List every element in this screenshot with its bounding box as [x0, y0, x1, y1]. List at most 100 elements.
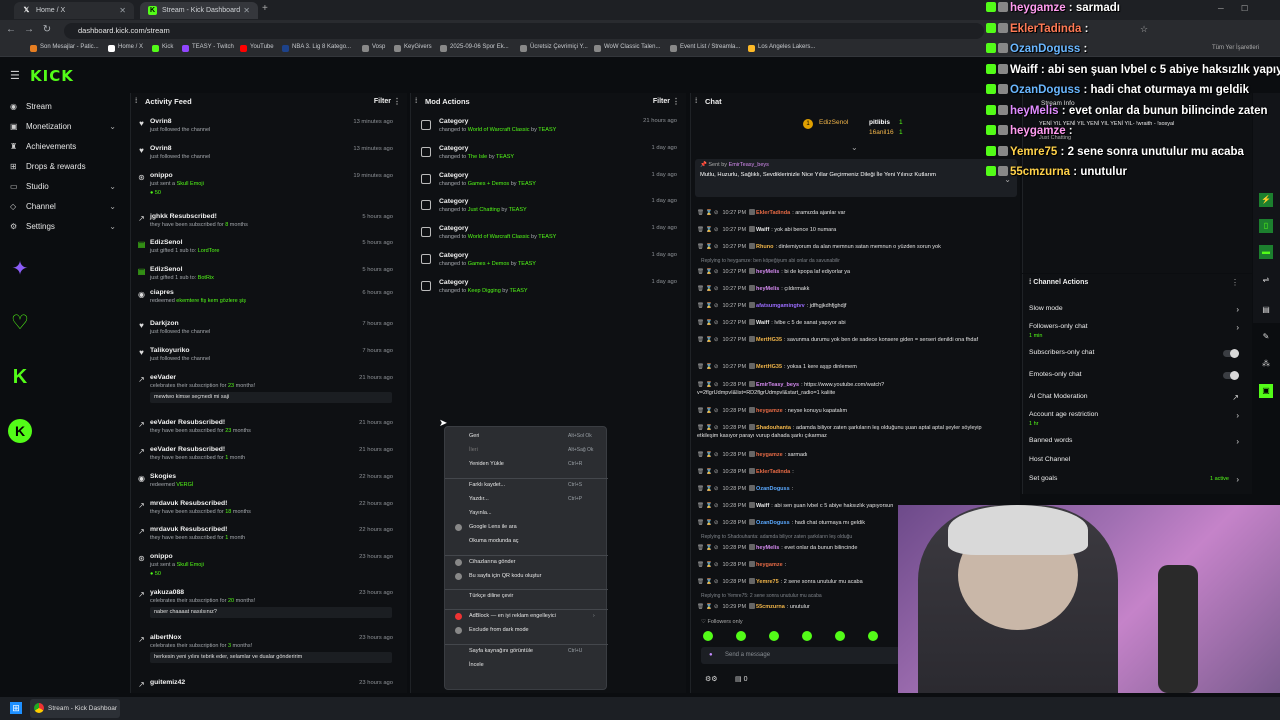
context-menu-item[interactable]: Okuma modunda aç — [469, 538, 519, 544]
bookmark-item[interactable]: Vosp — [362, 44, 385, 52]
wrench-icon[interactable]: ✎ — [1259, 330, 1273, 344]
people-icon[interactable]: ⁂ — [1259, 357, 1273, 371]
context-menu-item[interactable]: Farklı kaydet... Ctrl+S — [469, 482, 582, 488]
context-menu-item[interactable]: Geri Alt+Sol Ok — [469, 433, 592, 439]
chat-username[interactable]: Waiff — [756, 227, 769, 233]
menu-icon[interactable]: ☰ — [10, 69, 20, 82]
chat-username[interactable]: EklerTadinda — [756, 210, 790, 216]
minimize-icon[interactable]: ─ — [1218, 4, 1224, 13]
tab-kick-dashboard[interactable]: K Stream - Kick Dashboard ✕ — [140, 2, 258, 19]
feed-item-name[interactable]: Ovrin8 — [150, 118, 172, 125]
channel-action-item[interactable]: Account age restriction 1 hr › — [1029, 411, 1239, 429]
bookmark-item[interactable]: TEASY - Twitch — [182, 44, 234, 52]
context-menu-item[interactable]: Türkçe diline çevir — [469, 593, 513, 599]
bookmark-item[interactable]: WoW Classic Talen... — [594, 44, 660, 52]
feed-item-name[interactable]: Ovrin8 — [150, 145, 172, 152]
taskbar-window[interactable]: Stream - Kick Dashboar — [30, 699, 120, 718]
feed-item-name[interactable]: guitemiz42 — [150, 679, 185, 686]
emote-icon[interactable] — [703, 631, 713, 641]
chat-username[interactable]: Waiff — [756, 320, 769, 326]
kick-logo[interactable]: KICK — [30, 67, 74, 85]
delete-icon[interactable]: 🗑 ⌛ ⊘ — [697, 604, 719, 610]
feed-item-name[interactable]: EdizSenol — [150, 239, 182, 246]
chat-username[interactable]: heygamze — [756, 408, 783, 414]
back-icon[interactable]: ← — [4, 24, 18, 35]
delete-icon[interactable]: 🗑 ⌛ ⊘ — [697, 486, 719, 492]
feed-item-name[interactable]: ciapres — [150, 289, 174, 296]
feed-item-name[interactable]: jghkk Resubscribed! — [150, 213, 217, 220]
delete-icon[interactable]: 🗑 ⌛ ⊘ — [697, 520, 719, 526]
channel-action-item[interactable]: Subscribers-only chat — [1029, 349, 1239, 367]
drag-handle-icon[interactable]: ⁞ — [135, 93, 137, 111]
new-tab-button[interactable]: + — [262, 3, 268, 14]
more-icon[interactable]: ⋮ — [1231, 278, 1239, 287]
chat-username[interactable]: Shadouhanta — [756, 425, 791, 431]
delete-icon[interactable]: 🗑 ⌛ ⊘ — [697, 562, 719, 568]
chat-username[interactable]: heyMelis — [756, 286, 779, 292]
chat-username[interactable]: Rhuno — [756, 244, 773, 250]
emote-icon[interactable] — [868, 631, 878, 641]
delete-icon[interactable]: 🗑 ⌛ ⊘ — [697, 545, 719, 551]
delete-icon[interactable]: 🗑 ⌛ ⊘ — [697, 269, 719, 275]
chat-username[interactable]: afatsumgamingtvv — [756, 303, 805, 309]
feed-item-name[interactable]: EdizSenol — [150, 266, 182, 273]
all-bookmarks[interactable]: Tüm Yer İşaretleri — [1212, 45, 1259, 51]
context-menu-item[interactable]: Yeniden Yükle Ctrl+R — [469, 461, 582, 467]
filter-button[interactable]: Filter — [653, 93, 670, 111]
chat-username[interactable]: OzanDoguss — [756, 486, 790, 492]
context-menu-item[interactable]: Google Lens ile ara — [455, 524, 517, 532]
feed-item-name[interactable]: onippo — [150, 553, 173, 560]
channel-action-item[interactable]: Followers-only chat 1 min › — [1029, 323, 1239, 341]
context-menu-item[interactable]: Yazdır... Ctrl+P — [469, 496, 582, 502]
delete-icon[interactable]: 🗑 ⌛ ⊘ — [697, 210, 719, 216]
chat-username[interactable]: Yemre75 — [756, 579, 779, 585]
forward-icon[interactable]: → — [22, 24, 36, 35]
delete-icon[interactable]: 🗑 ⌛ ⊘ — [697, 286, 719, 292]
delete-icon[interactable]: 🗑 ⌛ ⊘ — [697, 303, 719, 309]
delete-icon[interactable]: 🗑 ⌛ ⊘ — [697, 337, 719, 343]
channel-action-item[interactable]: Banned words › — [1029, 437, 1239, 455]
delete-icon[interactable]: 🗑 ⌛ ⊘ — [697, 227, 719, 233]
maximize-icon[interactable]: ☐ — [1241, 4, 1248, 13]
sidebar-item-stream[interactable]: ◉ Stream — [10, 100, 122, 114]
feed-item-name[interactable]: onippo — [150, 172, 173, 179]
chat-username[interactable]: EmirTeasy_beys — [756, 382, 799, 388]
context-menu-item[interactable]: Bu sayfa için QR kodu oluştur — [455, 572, 541, 580]
url-field[interactable]: dashboard.kick.com/stream — [64, 23, 984, 39]
delete-icon[interactable]: 🗑 ⌛ ⊘ — [697, 244, 719, 250]
link-icon[interactable]: ⇌ — [1259, 273, 1273, 287]
delete-icon[interactable]: 🗑 ⌛ ⊘ — [697, 408, 719, 414]
close-icon[interactable]: ✕ — [119, 2, 126, 19]
feed-item-name[interactable]: eeVader — [150, 374, 176, 381]
chat-username[interactable]: MertHG35 — [756, 337, 782, 343]
bookmark-item[interactable]: Home / X — [108, 44, 143, 52]
chat-username[interactable]: heygamze — [756, 452, 783, 458]
chat-username[interactable]: EklerTadinda — [756, 469, 790, 475]
emote-icon[interactable] — [769, 631, 779, 641]
chevron-down-icon[interactable]: ⌄ — [851, 143, 858, 152]
feed-item-name[interactable]: yakuza088 — [150, 589, 184, 596]
channel-action-item[interactable]: Emotes-only chat — [1029, 371, 1239, 389]
lightning-icon[interactable]: ⚡ — [1259, 193, 1273, 207]
feed-item-name[interactable]: mrdavuk Resubscribed! — [150, 500, 227, 507]
sidebar-item-studio[interactable]: ▭ Studio ⌄ — [10, 180, 122, 194]
monitor-icon[interactable]: ▤ — [1259, 303, 1273, 317]
delete-icon[interactable]: 🗑 ⌛ ⊘ — [697, 469, 719, 475]
toggle-switch[interactable] — [1223, 371, 1239, 380]
chat-username[interactable]: OzanDoguss — [756, 520, 790, 526]
context-menu-item[interactable]: Yayınla... — [469, 510, 492, 516]
chat-username[interactable]: 55cmzurna — [756, 604, 785, 610]
bookmark-item[interactable]: 2025-09-06 Spor Ek... — [440, 44, 509, 52]
delete-icon[interactable]: 🗑 ⌛ ⊘ — [697, 364, 719, 370]
emote-icon[interactable] — [835, 631, 845, 641]
chat-username[interactable]: MertHG35 — [756, 364, 782, 370]
feed-item-name[interactable]: Darkjzon — [150, 320, 179, 327]
windows-start-icon[interactable]: ⊞ — [10, 702, 22, 714]
bookmark-item[interactable]: Event List / Streamla... — [670, 44, 740, 52]
delete-icon[interactable]: 🗑 ⌛ ⊘ — [697, 503, 719, 509]
context-menu-item[interactable]: İncele — [469, 662, 484, 668]
context-menu-item[interactable]: AdBlock — en iyi reklam engelleyici › — [455, 613, 595, 621]
toggle-switch[interactable] — [1223, 349, 1239, 358]
bookmark-item[interactable]: NBA 3. Lig 8 Katego... — [282, 44, 351, 52]
sidebar-item-monetization[interactable]: ▣ Monetization ⌄ — [10, 120, 122, 134]
